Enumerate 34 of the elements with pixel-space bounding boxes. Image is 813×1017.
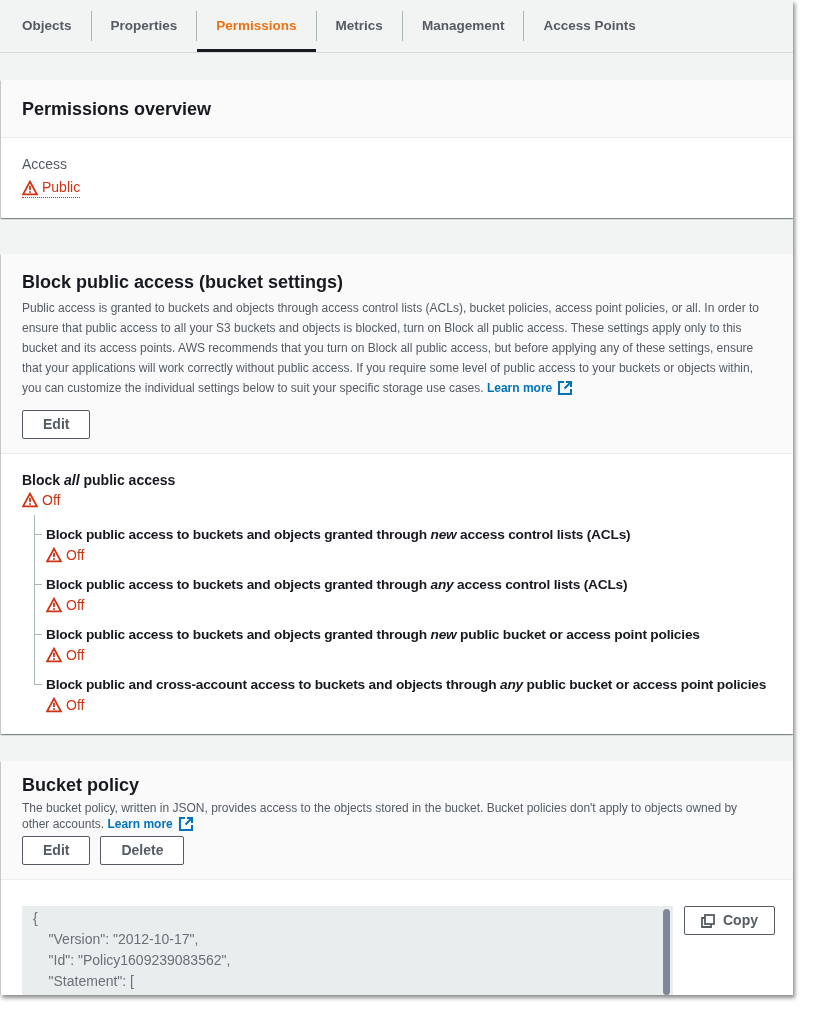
setting-label: Block public access to buckets and objects granted through new access control lists (ACLs): [46, 526, 631, 544]
warning-icon: [22, 179, 38, 196]
copy-button[interactable]: Copy: [684, 906, 775, 935]
status-text: Off: [66, 645, 85, 665]
external-link-icon: [558, 381, 573, 395]
delete-button[interactable]: Delete: [100, 836, 185, 865]
setting-label: Block all public access: [22, 471, 177, 490]
copy-icon: [701, 913, 715, 928]
setting-label: Block public access to buckets and objects granted through any access control lists (ACLs): [46, 576, 628, 594]
status-text: Off: [42, 490, 61, 510]
card-title: Block public access (bucket settings): [22, 271, 345, 294]
description-text: The bucket policy, written in JSON, provides access to the objects stored in the bucket. Bucket policies don't apply to objects owned by other accounts. Learn more: [22, 800, 739, 832]
access-label: Access: [22, 155, 68, 174]
setting-label: Block public and cross-account access to buckets and objects through any public bucket or access point policies: [46, 676, 767, 694]
tab[interactable]: Properties: [91, 0, 197, 52]
learn-more-link[interactable]: Learn more: [107, 816, 193, 832]
access-status-button[interactable]: Public: [22, 178, 81, 198]
status-text: Off: [66, 545, 85, 565]
learn-more-link[interactable]: Learn more: [486, 378, 573, 398]
status-text: Off: [66, 595, 85, 615]
tab[interactable]: Objects: [3, 0, 91, 52]
policy-code-text: { "Version": "2012-10-17", "Id": "Policy1609239083562", "Statement": [: [32, 909, 232, 991]
edit-button[interactable]: Edit: [22, 410, 91, 439]
setting-label: Block public access to buckets and objects granted through new public bucket or access point policies: [46, 626, 700, 644]
edit-button[interactable]: Edit: [22, 836, 91, 865]
card-title: Bucket policy: [22, 774, 141, 797]
tab[interactable]: Management: [402, 0, 524, 52]
status-text: Off: [66, 695, 85, 715]
scrollbar-thumb[interactable]: [663, 909, 670, 995]
description-text: Public access is granted to buckets and objects through access control lists (ACLs), bucket policies, access point policies, or all. In order to ensure that public access to all your S3 buckets and objects is blocked, turn on Block all public access. These settings apply only to this bucket and its access points. AWS recommends that you turn on Block all public access, but before applying any of these settings, ensure that your applications will work correctly without public access. If you require some level of public access to your buckets or objects within, you can customize the individual settings below to suit your specific storage use cases. Learn more: [22, 298, 773, 398]
external-link-icon: [178, 817, 193, 831]
tab[interactable]: Access Points: [524, 0, 655, 52]
card-title: Permissions overview: [22, 98, 213, 121]
tab[interactable]: Metrics: [316, 0, 402, 52]
